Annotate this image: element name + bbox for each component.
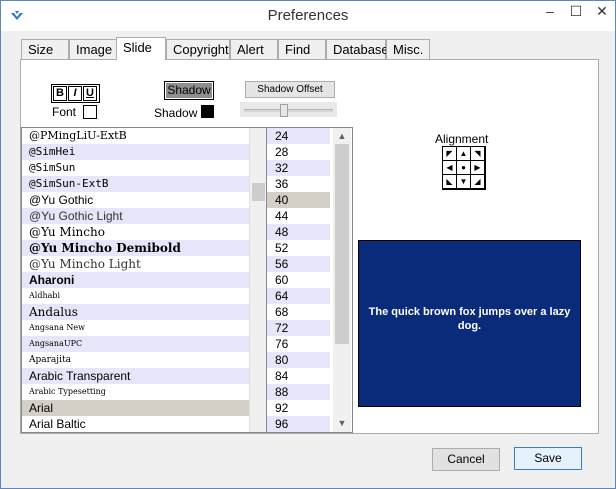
scroll-down-icon[interactable]: ▼: [335, 416, 349, 430]
font-list-item[interactable]: @SimSun-ExtB: [22, 176, 267, 192]
size-list-item[interactable]: 96: [267, 416, 330, 432]
slide-preview: The quick brown fox jumps over a lazy do…: [358, 240, 581, 407]
shadow-offset-button[interactable]: Shadow Offset: [245, 81, 335, 98]
font-style-buttons: B I U: [51, 84, 100, 103]
size-list-item[interactable]: 84: [267, 368, 330, 384]
italic-button[interactable]: I: [68, 86, 82, 101]
size-list-item[interactable]: 52: [267, 240, 330, 256]
tab-alert[interactable]: Alert: [230, 39, 278, 59]
align-middle-right-icon[interactable]: ▶: [471, 161, 484, 174]
size-list-item[interactable]: 60: [267, 272, 330, 288]
font-list-item[interactable]: Angsana New: [22, 320, 267, 336]
underline-button[interactable]: U: [83, 86, 97, 101]
tab-find[interactable]: Find: [278, 39, 326, 59]
font-list-item[interactable]: @Yu Mincho Light: [22, 256, 267, 272]
preferences-window: Preferences – ☐ ✕ Size Image Slide Copyr…: [0, 0, 616, 489]
font-list-item[interactable]: @PMingLiU-ExtB: [22, 128, 267, 144]
slide-panel: B I U Font Shadow Shadow Shadow Offset @…: [20, 59, 599, 434]
font-list-item[interactable]: Arabic Transparent: [22, 368, 267, 384]
size-list-item[interactable]: 72: [267, 320, 330, 336]
size-list-item[interactable]: 76: [267, 336, 330, 352]
size-list-item[interactable]: 80: [267, 352, 330, 368]
font-list-item[interactable]: Andalus: [22, 304, 267, 320]
bold-button[interactable]: B: [53, 86, 67, 101]
tab-copyright[interactable]: Copyright: [166, 39, 230, 59]
font-list-item[interactable]: @SimHei: [22, 144, 267, 160]
font-list-scrollbar[interactable]: [249, 128, 267, 432]
align-top-center-icon[interactable]: ▲: [457, 147, 470, 160]
font-list-item[interactable]: Arabic Typesetting: [22, 384, 267, 400]
slider-thumb[interactable]: [280, 104, 288, 117]
font-list-scroll-thumb[interactable]: [252, 183, 265, 201]
font-list-item[interactable]: @Yu Mincho Demibold: [22, 240, 267, 256]
shadow-label: Shadow: [154, 106, 198, 120]
title-bar: Preferences – ☐ ✕: [1, 1, 615, 31]
shadow-offset-slider[interactable]: [240, 102, 337, 117]
font-list-item[interactable]: @Yu Gothic: [22, 192, 267, 208]
align-bottom-right-icon[interactable]: ◢: [471, 175, 484, 188]
tab-size[interactable]: Size: [21, 39, 69, 59]
maximize-button[interactable]: ☐: [563, 1, 589, 23]
size-list-item[interactable]: 28: [267, 144, 330, 160]
tab-misc[interactable]: Misc.: [386, 39, 430, 59]
close-button[interactable]: ✕: [589, 1, 615, 23]
cancel-button[interactable]: Cancel: [432, 448, 500, 471]
window-title: Preferences: [267, 7, 349, 24]
align-top-left-icon[interactable]: ◤: [443, 147, 456, 160]
font-list-item[interactable]: Aparajita: [22, 352, 267, 368]
font-list-item[interactable]: Arial: [22, 400, 267, 416]
size-list-item[interactable]: 24: [267, 128, 330, 144]
size-list-scroll-thumb[interactable]: [335, 144, 349, 344]
save-button[interactable]: Save: [514, 447, 582, 470]
font-list-item[interactable]: @Yu Gothic Light: [22, 208, 267, 224]
size-list-item[interactable]: 56: [267, 256, 330, 272]
alignment-grid: ◤ ▲ ◥ ◀ ● ▶ ◣ ▼ ◢: [442, 146, 486, 190]
slider-track: [244, 109, 333, 112]
font-list-item[interactable]: Aldhabi: [22, 288, 267, 304]
shadow-color-swatch[interactable]: [201, 105, 214, 118]
size-list-item[interactable]: 40: [267, 192, 330, 208]
size-list-scrollbar[interactable]: ▲ ▼: [333, 128, 351, 432]
font-list-item[interactable]: @Yu Mincho: [22, 224, 267, 240]
size-list-item[interactable]: 92: [267, 400, 330, 416]
size-list-item[interactable]: 68: [267, 304, 330, 320]
shadow-toggle-button[interactable]: Shadow: [164, 81, 214, 100]
alignment-label: Alignment: [435, 132, 489, 146]
tab-slide[interactable]: Slide: [116, 37, 166, 60]
font-list-item[interactable]: @SimSun: [22, 160, 267, 176]
size-list-item[interactable]: 32: [267, 160, 330, 176]
size-list: 24 28 32 36 40 44 48 52 56 60 64 68 72 76 80 84 88 92 96 ▲…: [266, 127, 353, 433]
align-top-right-icon[interactable]: ◥: [471, 147, 484, 160]
font-label: Font: [52, 105, 77, 119]
size-list-item[interactable]: 48: [267, 224, 330, 240]
font-list: @PMingLiU-ExtB @SimHei @SimSun @SimSun-ExtB…: [21, 127, 268, 433]
font-list-item[interactable]: Aharoni: [22, 272, 267, 288]
preview-text: The quick brown fox jumps over a lazy do…: [368, 306, 571, 332]
tab-database[interactable]: Database: [326, 39, 389, 59]
align-middle-left-icon[interactable]: ◀: [443, 161, 456, 174]
font-list-item[interactable]: Arial Baltic: [22, 416, 267, 432]
size-list-item[interactable]: 44: [267, 208, 330, 224]
align-bottom-left-icon[interactable]: ◣: [443, 175, 456, 188]
tab-image[interactable]: Image: [69, 39, 117, 59]
size-list-item[interactable]: 88: [267, 384, 330, 400]
align-center-icon[interactable]: ●: [457, 161, 470, 174]
align-bottom-center-icon[interactable]: ▼: [457, 175, 470, 188]
size-list-item[interactable]: 64: [267, 288, 330, 304]
scroll-up-icon[interactable]: ▲: [335, 129, 349, 143]
size-list-item[interactable]: 36: [267, 176, 330, 192]
font-color-swatch[interactable]: [83, 105, 97, 119]
font-list-item[interactable]: AngsanaUPC: [22, 336, 267, 352]
minimize-button[interactable]: –: [537, 1, 563, 23]
